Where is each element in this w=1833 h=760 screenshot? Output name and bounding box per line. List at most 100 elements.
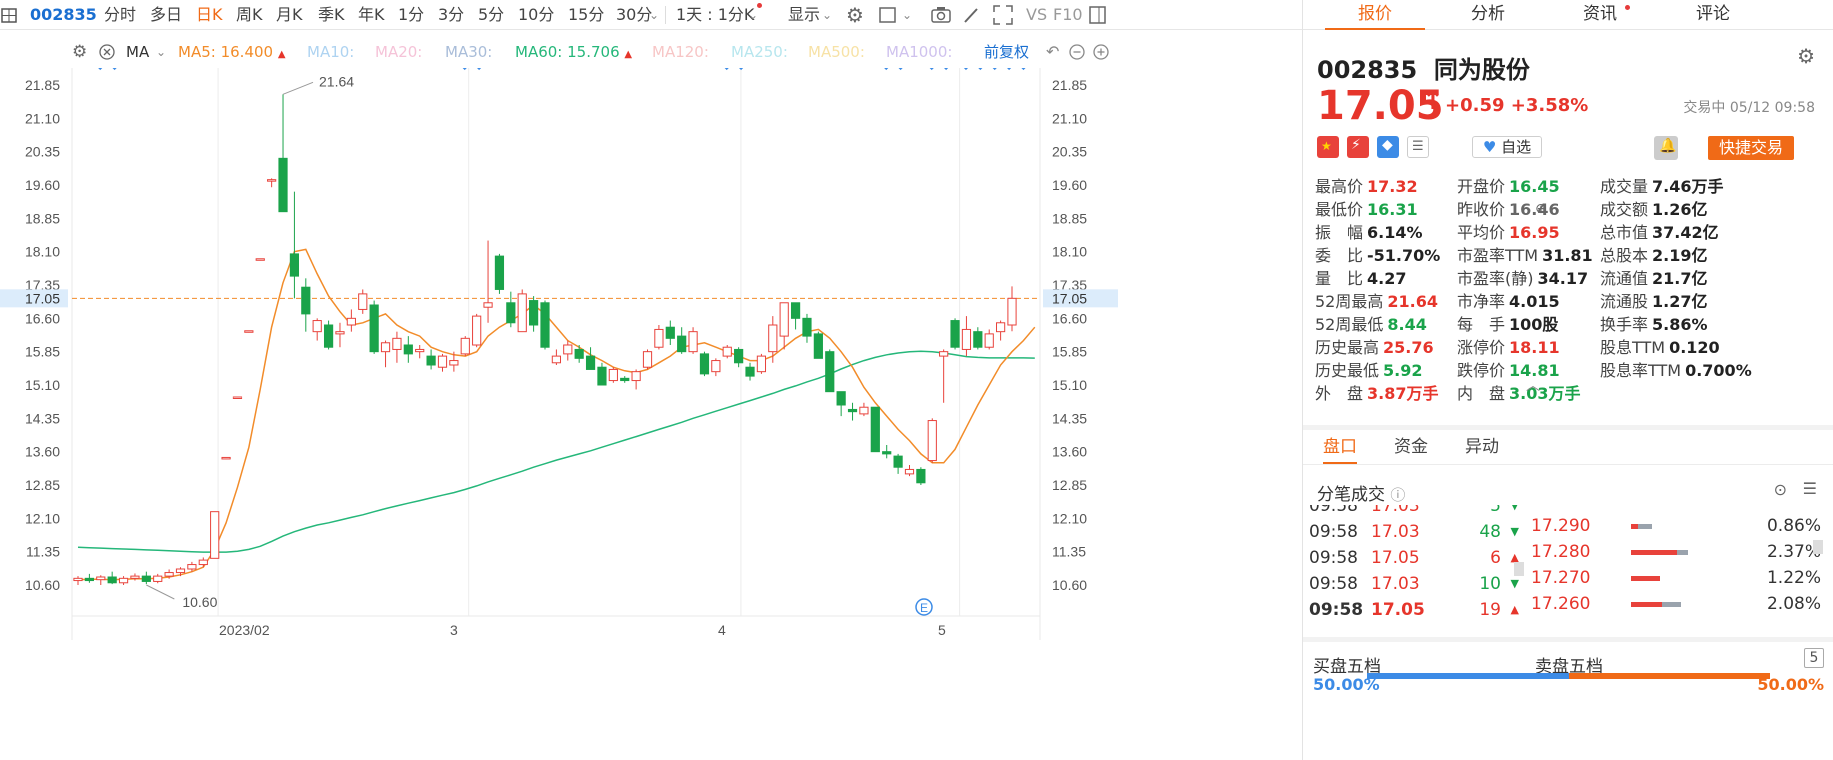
candle-body: [585, 355, 596, 370]
stat-item: 流通股 1.27亿: [1600, 291, 1708, 313]
tab-comments[interactable]: 评论: [1663, 0, 1763, 30]
tick-trades-title: 分笔成交 ⓘ: [1317, 485, 1406, 505]
candle-body: [973, 331, 983, 348]
tab-anomaly[interactable]: 异动: [1465, 430, 1499, 464]
camera-icon[interactable]: [930, 0, 952, 29]
flag-icon[interactable]: ★: [1317, 136, 1339, 158]
tab-order-book[interactable]: 盘口: [1323, 430, 1357, 464]
stat-label: 市净率: [1457, 292, 1506, 311]
candle-body: [722, 346, 732, 357]
runner-icon[interactable]: ⚡: [1347, 136, 1369, 158]
stat-value: 1.26亿: [1652, 200, 1708, 219]
bell-icon[interactable]: 🔔: [1654, 136, 1678, 160]
buy-ratio-fill: [1367, 673, 1569, 679]
grid-icon[interactable]: [0, 0, 20, 29]
tick-time: 09:58: [1309, 505, 1358, 516]
candle-body: [198, 559, 208, 566]
stat-label: 平均价: [1457, 223, 1506, 242]
stat-value: 37.42亿: [1652, 223, 1719, 242]
divider: [665, 6, 666, 24]
stat-value: 0.120: [1669, 338, 1720, 357]
level-count-badge[interactable]: 5: [1804, 648, 1824, 668]
candle-body: [244, 330, 254, 333]
candle-body: [699, 353, 710, 375]
vs-compare-button[interactable]: VS: [1026, 0, 1047, 29]
stat-value: 6.14%: [1367, 223, 1423, 242]
fullscreen-icon[interactable]: [992, 0, 1014, 29]
up-triangle-icon: ▲: [277, 49, 286, 60]
stat-label: 最低价: [1315, 200, 1364, 219]
ma60-value: 15.706: [567, 43, 620, 61]
stat-item: 流通值 21.7亿: [1600, 268, 1708, 290]
candle-body: [540, 302, 550, 348]
depth-scrollbar[interactable]: [1813, 540, 1823, 554]
period-tab-10[interactable]: 10分: [518, 0, 554, 29]
tick-volume: 6: [1490, 548, 1501, 568]
ma-label[interactable]: MA: [126, 36, 149, 68]
undo-icon[interactable]: ↶: [1046, 36, 1059, 68]
candle-body: [380, 342, 391, 353]
settings-gear-icon[interactable]: ⚙: [1797, 44, 1815, 68]
close-circle-icon[interactable]: [98, 36, 116, 68]
ma5-line: [77, 248, 1036, 581]
depth-row: 17.290 0.86%: [1531, 513, 1821, 539]
display-menu[interactable]: 显示: [788, 0, 820, 29]
sidebar-toggle-icon[interactable]: [1088, 0, 1108, 29]
tick-trades-list[interactable]: 09:58 17.03 5 ▼ 09:58 17.03 48 ▼ 09:58 17.05 6 ▲ 09:…: [1303, 505, 1833, 637]
collapse-chevron-icon[interactable]: ︿: [1526, 375, 1540, 395]
candle-body: [267, 179, 277, 182]
stat-value: 34.17: [1537, 269, 1589, 288]
period-tab-8[interactable]: 3分: [438, 0, 464, 29]
candle-body: [153, 575, 163, 582]
quick-trade-button[interactable]: 快捷交易: [1708, 136, 1794, 160]
period-tab-7[interactable]: 1分: [398, 0, 424, 29]
period-tab-11[interactable]: 15分: [568, 0, 604, 29]
y-tick-left: 18.85: [25, 210, 60, 226]
tick-scrollbar[interactable]: [1514, 562, 1524, 576]
settings-gear-icon[interactable]: ⚙: [846, 0, 864, 29]
period-tab-12[interactable]: 30分: [616, 0, 652, 29]
more-info-icon[interactable]: ⊕: [1535, 201, 1547, 217]
candle-body: [608, 368, 618, 382]
tick-price: 17.05: [1371, 600, 1425, 620]
zoom-in-icon[interactable]: [1092, 36, 1110, 68]
minute-period-select[interactable]: 1天 : 1分K: [676, 0, 754, 29]
period-tab-2[interactable]: 日K: [196, 0, 223, 29]
stat-label: 成交量: [1600, 177, 1649, 196]
tag-icon[interactable]: ◆: [1377, 136, 1399, 158]
period-tab-9[interactable]: 5分: [478, 0, 504, 29]
chevron-down-icon[interactable]: ⌄: [902, 0, 912, 29]
settings-gear-icon[interactable]: ⚙: [72, 36, 87, 68]
chevron-down-icon[interactable]: ⌄: [822, 0, 832, 29]
list-menu-icon[interactable]: ☰: [1803, 479, 1817, 498]
candle-body: [437, 355, 448, 368]
period-tab-5[interactable]: 季K: [318, 0, 345, 29]
period-tab-3[interactable]: 周K: [236, 0, 263, 29]
tab-quote[interactable]: 报价: [1325, 0, 1425, 30]
stat-item: 历史最高 25.76: [1315, 337, 1434, 359]
note-icon[interactable]: ☰: [1407, 136, 1429, 158]
tab-analysis[interactable]: 分析: [1438, 0, 1538, 30]
add-watchlist-button[interactable]: ♥ 自选: [1472, 136, 1542, 158]
chevron-down-icon[interactable]: ⌄: [156, 36, 166, 68]
zoom-out-icon[interactable]: [1068, 36, 1086, 68]
y-tick-left: 18.10: [25, 244, 60, 260]
chevron-down-icon[interactable]: ⌄: [649, 0, 659, 29]
pencil-icon[interactable]: [961, 0, 981, 29]
up-arrow-icon: ↑: [1422, 86, 1444, 116]
period-tab-0[interactable]: 分时: [104, 0, 136, 29]
period-tab-6[interactable]: 年K: [358, 0, 385, 29]
adjust-mode-button[interactable]: 前复权: [984, 36, 1029, 68]
candle-body: [734, 348, 744, 364]
tab-fund-flow[interactable]: 资金: [1394, 430, 1428, 464]
more-options-icon[interactable]: ⊙: [1774, 480, 1787, 499]
info-icon[interactable]: ⓘ: [1390, 486, 1405, 504]
stock-code: 002835: [30, 5, 97, 24]
kline-chart[interactable]: 21.85 21.85 21.10 21.10 20.35 20.35 19.60 19.60…: [0, 68, 1118, 660]
stat-value: 17.32: [1367, 177, 1418, 196]
period-tab-1[interactable]: 多日: [150, 0, 182, 29]
square-draw-icon[interactable]: [878, 0, 898, 29]
f10-button[interactable]: F10: [1053, 0, 1083, 29]
period-tab-4[interactable]: 月K: [276, 0, 303, 29]
tab-news[interactable]: 资讯: [1550, 0, 1650, 30]
